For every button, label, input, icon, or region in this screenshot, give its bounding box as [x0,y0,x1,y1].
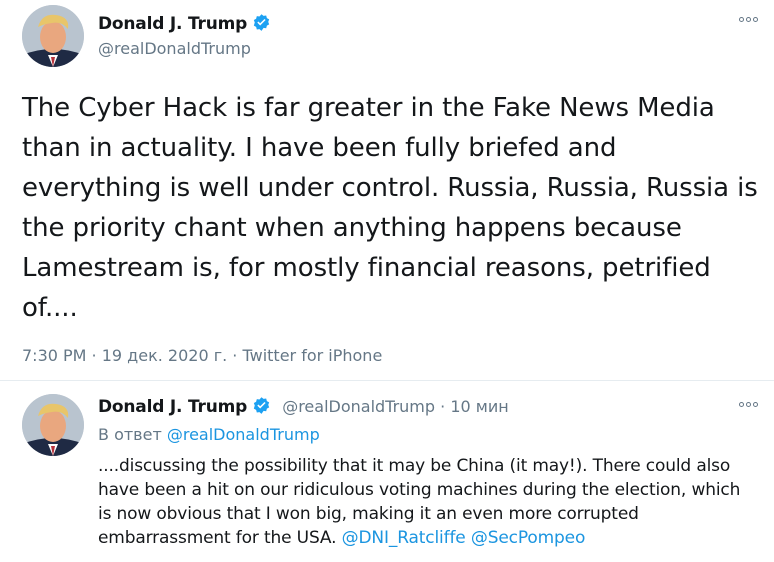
reply-to: В ответ @realDonaldTrump [98,425,320,444]
more-options-icon[interactable] [739,17,758,22]
author-name-text[interactable]: Donald J. Trump [98,14,247,34]
author-handle[interactable]: @realDonaldTrump [98,39,251,58]
tweet-text-line: The Cyber Hack is far greater in the Fak… [22,93,715,123]
reply-author-name[interactable]: Donald J. Trump [98,397,247,417]
tweet-text-line: of.... [22,293,78,323]
verified-badge-icon [252,396,271,419]
tweet-text-line: Lamestream is, for mostly financial reas… [22,253,711,283]
reply-text-line: is now obvious that I won big, making it… [98,504,639,524]
reply-text-line: embarrassment for the USA. @DNI_Ratcliff… [98,526,768,550]
meta-separator: · [227,346,243,365]
reply-text-line: ....discussing the possibility that it m… [98,456,731,476]
tweet-date[interactable]: 19 дек. 2020 г. [102,346,227,365]
tweet-text: The Cyber Hack is far greater in the Fak… [22,88,767,328]
reply-text-line-content: embarrassment for the USA. [98,528,342,548]
divider [0,380,774,381]
reply-time[interactable]: 10 мин [450,397,508,416]
reply-to-handle[interactable]: @realDonaldTrump [167,425,320,444]
meta-separator: · [86,346,102,365]
author-name[interactable]: Donald J. Trump [98,13,271,37]
tweet-text-line: everything is well under control. Russia… [22,173,758,203]
tweet-source[interactable]: Twitter for iPhone [242,346,382,365]
reply-to-prefix: В ответ [98,425,167,444]
mention-link[interactable]: @SecPompeo [471,528,586,548]
avatar[interactable] [22,5,84,67]
verified-badge-icon [252,13,271,37]
tweet-text-line: than in actuality. I have been fully bri… [22,133,617,163]
reply-text-line: have been a hit on our ridiculous voting… [98,480,741,500]
tweet-text-line: the priority chant when anything happens… [22,213,682,243]
meta-separator: · [435,397,451,416]
reply-header: Donald J. Trump @realDonaldTrump · 10 ми… [98,396,509,419]
reply-avatar[interactable] [22,394,84,456]
tweet-time[interactable]: 7:30 PM [22,346,86,365]
reply-more-options-icon[interactable] [739,402,758,407]
mention-link[interactable]: @DNI_Ratcliffe [342,528,466,548]
reply-author-handle[interactable]: @realDonaldTrump [282,397,435,416]
reply-text: ....discussing the possibility that it m… [98,454,768,550]
tweet-metadata: 7:30 PM · 19 дек. 2020 г. · Twitter for … [22,346,382,365]
